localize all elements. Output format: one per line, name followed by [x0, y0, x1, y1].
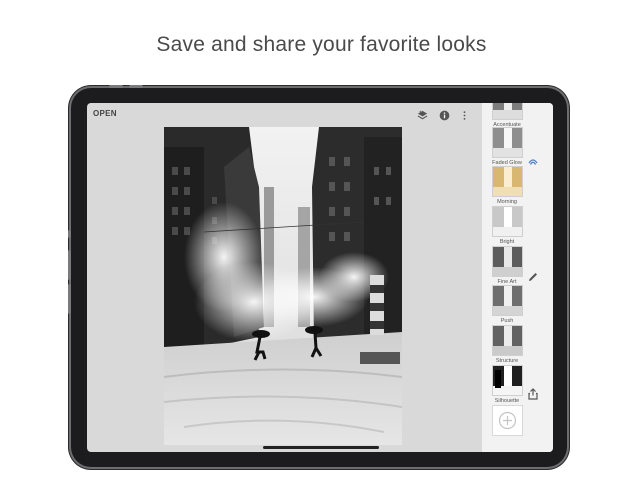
look-thumbnail	[492, 166, 523, 197]
look-thumbnail	[492, 246, 523, 277]
look-label: Structure	[495, 358, 519, 364]
look-label: Morning	[497, 199, 517, 205]
look-item-morning[interactable]: Morning	[492, 166, 523, 205]
look-thumbnail	[492, 285, 523, 316]
look-thumbnail	[492, 127, 523, 158]
look-item-fine-art[interactable]: Fine Art	[492, 246, 523, 285]
top-button	[129, 85, 143, 88]
look-item-structure[interactable]: Structure	[492, 325, 523, 364]
open-button[interactable]: OPEN	[93, 109, 117, 118]
add-icon	[498, 411, 517, 430]
share-icon[interactable]	[527, 388, 539, 400]
street-photo	[164, 127, 402, 445]
side-button	[68, 230, 71, 238]
edit-pencil-icon[interactable]	[527, 271, 539, 283]
look-item-silhouette[interactable]: Silhouette	[492, 365, 523, 404]
info-icon[interactable]	[439, 110, 450, 121]
looks-icon[interactable]	[527, 155, 539, 167]
look-thumbnail	[492, 103, 523, 120]
tablet-frame: OPEN Accentuate Faded Glow Morning Brigh…	[68, 85, 567, 467]
look-thumbnail	[492, 365, 523, 396]
top-button	[109, 85, 123, 88]
look-item-bright[interactable]: Bright	[492, 206, 523, 245]
look-label: Push	[500, 318, 514, 324]
look-label: Bright	[499, 239, 515, 245]
add-look-button[interactable]	[492, 405, 523, 436]
headline: Save and share your favorite looks	[156, 33, 487, 56]
look-item-faded-glow[interactable]: Faded Glow	[492, 127, 523, 166]
side-button	[68, 284, 71, 314]
look-item-accentuate[interactable]: Accentuate	[492, 103, 523, 128]
looks-panel: Accentuate Faded Glow Morning Bright Fin…	[482, 103, 553, 452]
side-button	[68, 250, 71, 280]
look-label: Silhouette	[494, 398, 520, 404]
layers-icon[interactable]	[417, 110, 428, 121]
look-item-push[interactable]: Push	[492, 285, 523, 324]
app-screen: OPEN Accentuate Faded Glow Morning Brigh…	[87, 103, 553, 452]
look-thumbnail	[492, 206, 523, 237]
photo-preview[interactable]	[164, 127, 402, 445]
look-thumbnail	[492, 325, 523, 356]
home-indicator[interactable]	[263, 446, 379, 449]
more-vert-icon[interactable]	[459, 110, 470, 121]
